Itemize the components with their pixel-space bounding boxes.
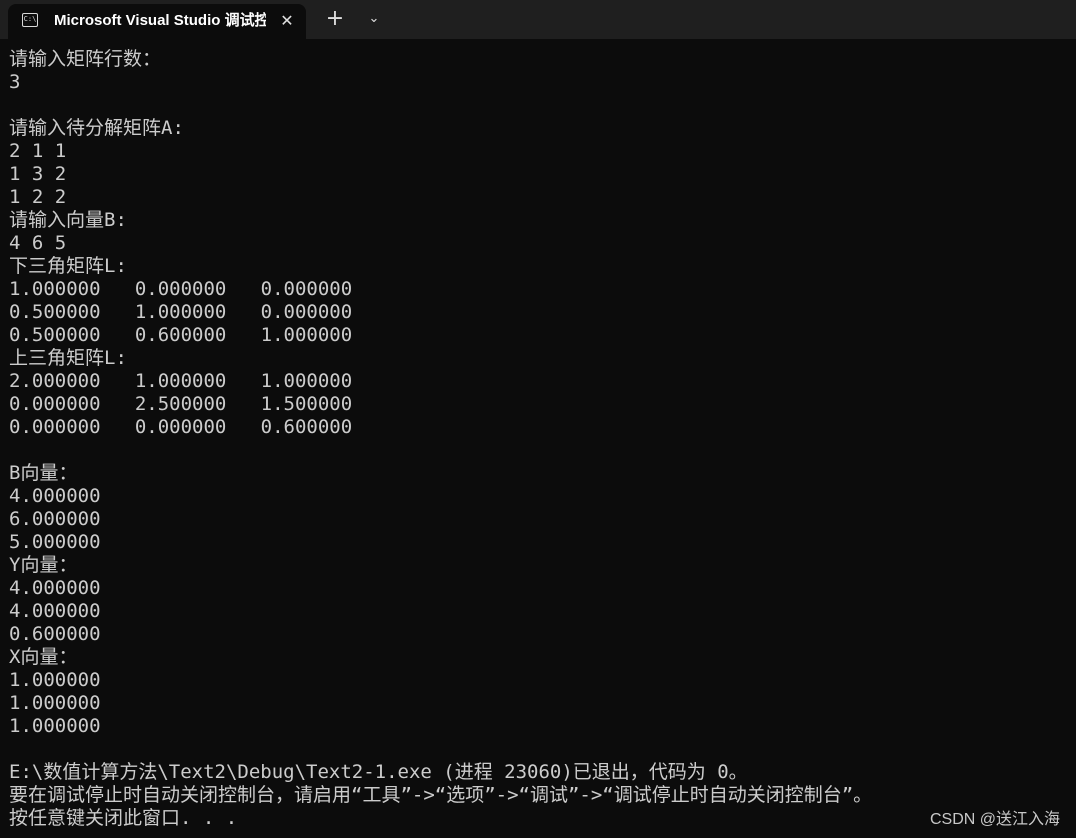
console-line: 1.000000 xyxy=(9,692,101,714)
console-line: 1.000000 0.000000 0.000000 xyxy=(9,278,353,300)
console-output[interactable]: 请输入矩阵行数： 3 请输入待分解矩阵A: 2 1 11 3 21 2 2 请输入向量B… xyxy=(9,48,1071,836)
close-icon[interactable]: ✕ xyxy=(276,10,298,32)
console-line: 3 xyxy=(9,71,21,93)
console-line: 0.600000 xyxy=(9,623,101,645)
console-line: X向量： xyxy=(9,646,78,668)
console-line: 0.500000 1.000000 0.000000 xyxy=(9,301,353,323)
console-window-icon: C:\ xyxy=(22,13,38,27)
console-line: 下三角矩阵L: xyxy=(9,255,127,277)
title-bar: C:\ Microsoft Visual Studio 调试控 ✕ + ⌄ xyxy=(0,0,1076,39)
console-line: 4.000000 xyxy=(9,600,101,622)
console-line: 6.000000 xyxy=(9,508,101,530)
terminal-window: C:\ Microsoft Visual Studio 调试控 ✕ + ⌄ 请输… xyxy=(0,0,1076,838)
console-line: 2 1 1 xyxy=(9,140,67,162)
console-line: 按任意键关闭此窗口. . . xyxy=(9,807,238,829)
console-line: 0.000000 2.500000 1.500000 xyxy=(9,393,353,415)
chevron-down-icon[interactable]: ⌄ xyxy=(362,6,386,32)
plus-icon[interactable]: + xyxy=(321,6,349,32)
console-line: 4.000000 xyxy=(9,577,101,599)
console-line: 4 6 5 xyxy=(9,232,67,254)
console-line: 2.000000 1.000000 1.000000 xyxy=(9,370,353,392)
console-line: 5.000000 xyxy=(9,531,101,553)
console-line: 4.000000 xyxy=(9,485,101,507)
console-line: 1 3 2 xyxy=(9,163,67,185)
console-line: 1.000000 xyxy=(9,715,101,737)
console-line: 请输入待分解矩阵A: xyxy=(9,117,184,139)
console-line: 0.500000 0.600000 1.000000 xyxy=(9,324,353,346)
tab-title: Microsoft Visual Studio 调试控 xyxy=(54,12,266,29)
watermark: CSDN @送江入海 xyxy=(929,811,1060,828)
console-line: B向量： xyxy=(9,462,78,484)
console-line: Y向量： xyxy=(9,554,78,576)
console-line: 0.000000 0.000000 0.600000 xyxy=(9,416,353,438)
console-line: 请输入向量B: xyxy=(9,209,127,231)
console-tab[interactable]: C:\ Microsoft Visual Studio 调试控 ✕ xyxy=(8,4,306,39)
console-line: 请输入矩阵行数： xyxy=(9,48,162,70)
console-line: 1.000000 xyxy=(9,669,101,691)
console-line: E:\数值计算方法\Text2\Debug\Text2-1.exe (进程 23… xyxy=(9,761,748,783)
console-line: 要在调试停止时自动关闭控制台，请启用“工具”->“选项”->“调试”->“调试停… xyxy=(9,784,873,806)
console-line: 1 2 2 xyxy=(9,186,67,208)
console-line: 上三角矩阵L: xyxy=(9,347,127,369)
